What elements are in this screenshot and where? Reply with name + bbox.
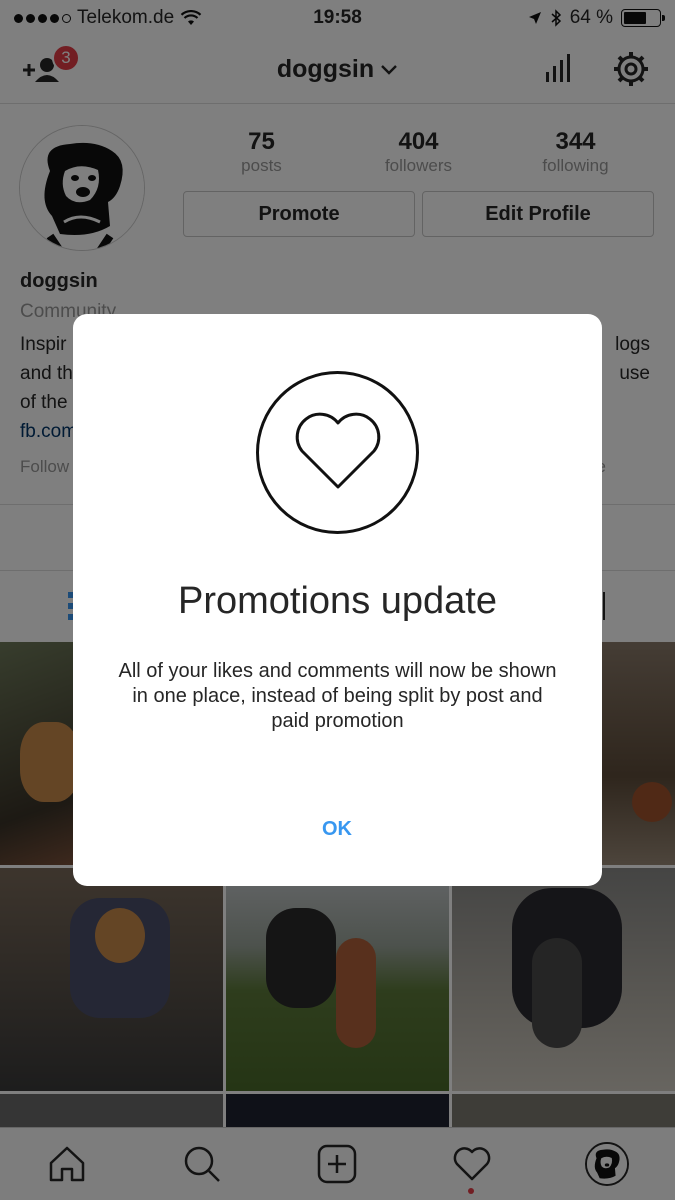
ok-button[interactable]: OK	[287, 809, 387, 849]
promotions-update-dialog: Promotions update All of your likes and …	[73, 314, 602, 886]
dialog-title: Promotions update	[178, 580, 497, 622]
dialog-message: All of your likes and comments will now …	[118, 660, 557, 732]
heart-icon	[295, 412, 380, 488]
heart-circle	[256, 371, 419, 534]
